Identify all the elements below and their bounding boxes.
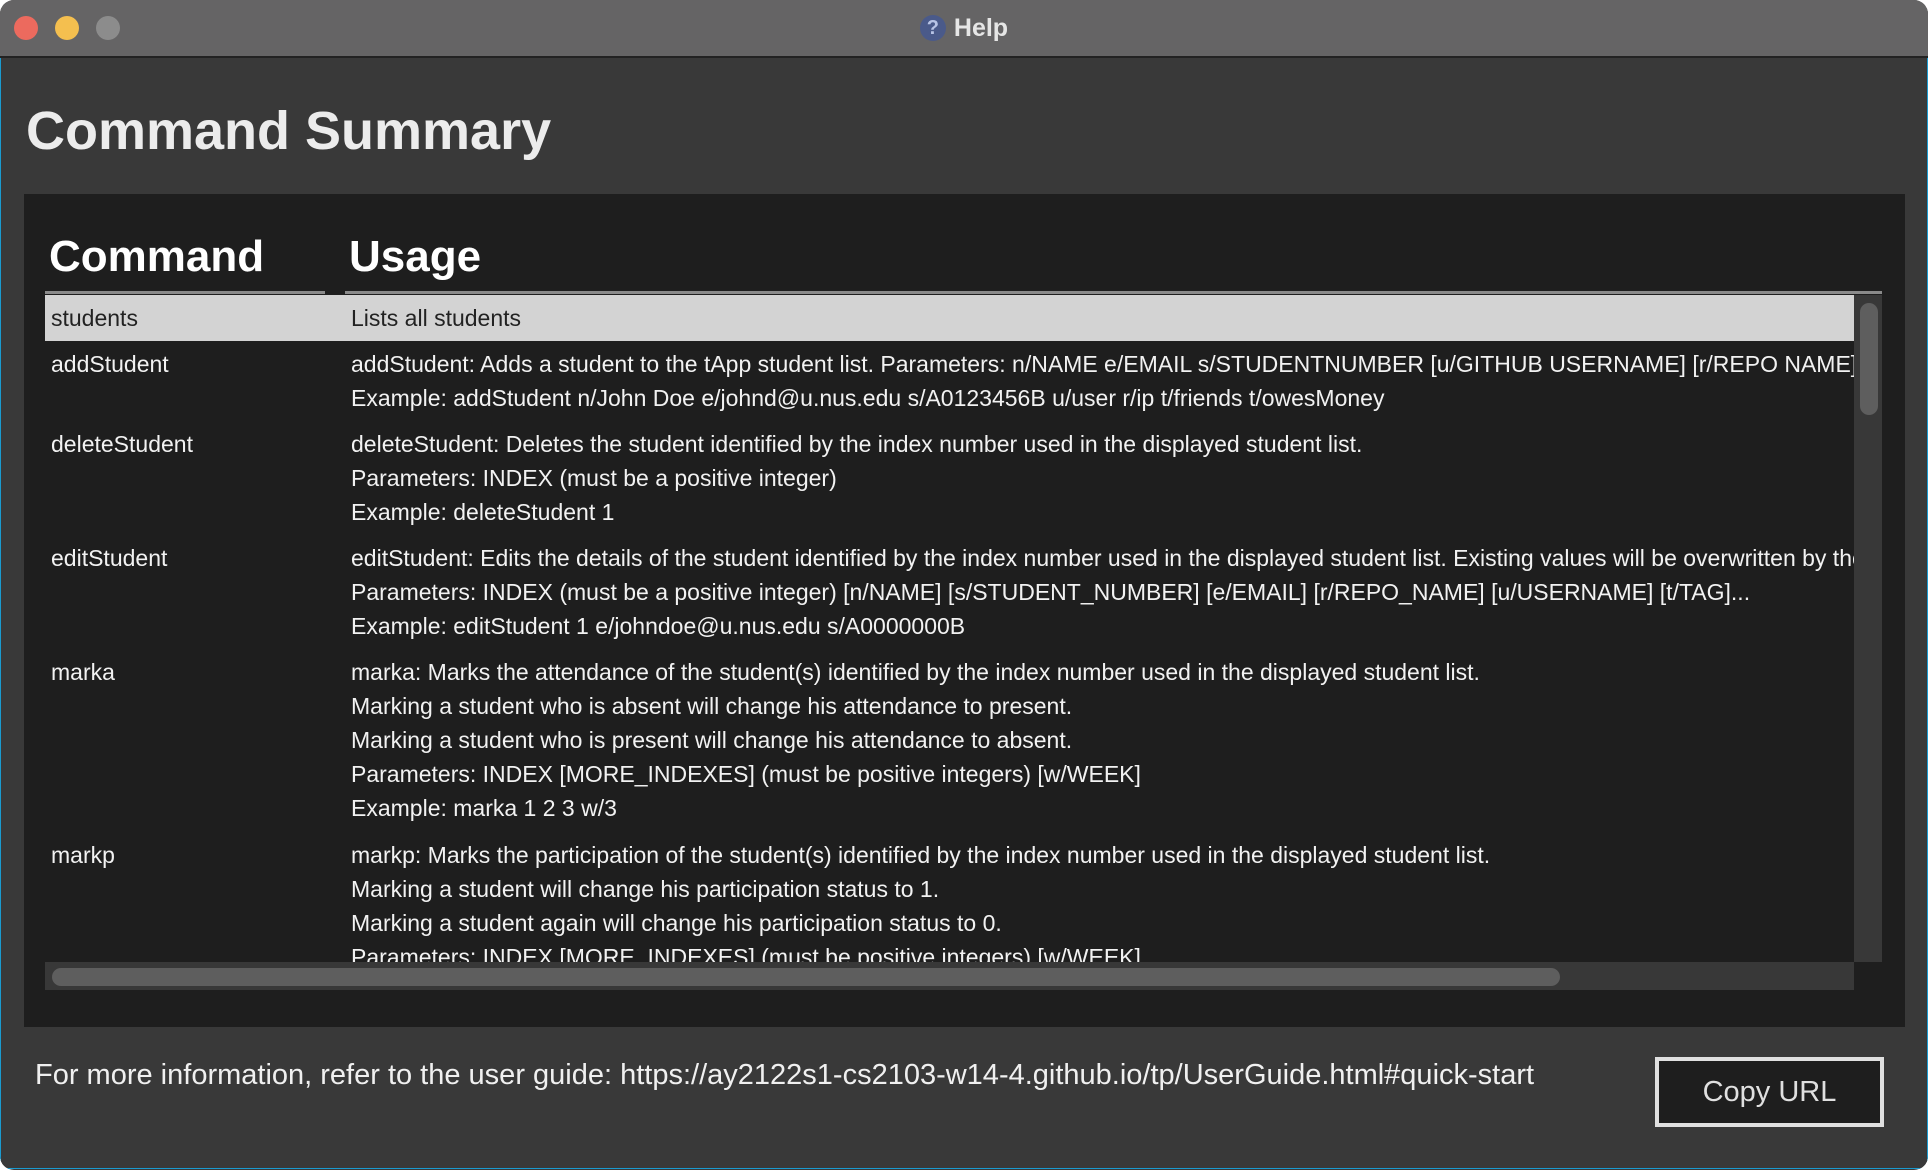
help-window: ? Help Command Summary Command Usage stu…: [0, 0, 1928, 1170]
table-row[interactable]: editStudent editStudent: Edits the detail…: [45, 535, 1875, 649]
header-divider: [345, 291, 1882, 294]
usage-line: Example: addStudent n/John Doe e/johnd@u…: [351, 385, 1385, 411]
page-title: Command Summary: [26, 101, 552, 161]
table-row[interactable]: students Lists all students: [45, 295, 1875, 341]
column-header-command[interactable]: Command: [49, 232, 264, 282]
usage-cell: editStudent: Edits the details of the st…: [351, 541, 1875, 643]
command-cell: marka: [51, 659, 115, 686]
usage-line: markp: Marks the participation of the st…: [351, 842, 1491, 869]
table-row[interactable]: deleteStudent deleteStudent: Deletes the …: [45, 421, 1875, 535]
usage-line: Example: editStudent 1 e/johndoe@u.nus.e…: [351, 612, 966, 639]
usage-line: Marking a student who is absent will cha…: [351, 693, 1073, 720]
user-guide-info: For more information, refer to the user …: [35, 1059, 1535, 1091]
command-cell: addStudent: [51, 351, 169, 377]
command-cell: students: [51, 305, 138, 331]
title-bar: ? Help: [0, 0, 1928, 58]
usage-line: Marking a student who is present will ch…: [351, 727, 1073, 754]
usage-line: Example: deleteStudent 1: [351, 498, 615, 525]
usage-line: Example: marka 1 2 3 w/3: [351, 795, 617, 822]
copy-url-button[interactable]: Copy URL: [1655, 1057, 1884, 1127]
command-cell: deleteStudent: [51, 430, 193, 457]
vertical-scroll-thumb[interactable]: [1860, 303, 1878, 415]
table-row[interactable]: addStudent addStudent: Adds a student to …: [45, 341, 1875, 421]
question-icon: ?: [919, 15, 946, 41]
usage-cell: marka: Marks the attendance of the stude…: [351, 655, 1875, 825]
usage-cell: markp: Marks the participation of the st…: [351, 838, 1875, 962]
usage-line: Marking a student again will change his …: [351, 910, 1002, 937]
header-divider: [45, 291, 325, 294]
usage-line: Parameters: INDEX [MORE_INDEXES] (must b…: [351, 761, 1141, 788]
table-body: students Lists all students addStudent addS…: [45, 295, 1875, 962]
usage-line: addStudent: Adds a student to the tApp s…: [351, 351, 1875, 377]
horizontal-scrollbar[interactable]: [45, 962, 1854, 990]
usage-line: editStudent: Edits the details of the st…: [351, 544, 1875, 571]
horizontal-scroll-thumb[interactable]: [52, 968, 1560, 986]
command-cell: markp: [51, 842, 115, 869]
usage-cell: Lists all students: [351, 301, 1875, 335]
usage-cell: deleteStudent: Deletes the student ident…: [351, 427, 1875, 529]
help-content: Command Summary Command Usage students Li…: [0, 58, 1928, 1169]
usage-line: Parameters: INDEX [MORE_INDEXES] (must b…: [351, 944, 1141, 962]
command-table: Command Usage students Lists all students…: [24, 194, 1905, 1027]
table-row[interactable]: markp markp: Marks the participation of t…: [45, 832, 1875, 962]
window-title: Help: [953, 13, 1009, 42]
command-cell: editStudent: [51, 544, 168, 571]
table-row[interactable]: marka marka: Marks the attendance of the …: [45, 649, 1875, 832]
usage-line: Parameters: INDEX (must be a positive in…: [351, 578, 1751, 605]
usage-line: deleteStudent: Deletes the student ident…: [351, 430, 1363, 457]
usage-line: marka: Marks the attendance of the stude…: [351, 659, 1480, 686]
usage-line: Lists all students: [351, 305, 522, 331]
usage-line: Marking a student will change his partic…: [351, 876, 940, 903]
vertical-scrollbar[interactable]: [1854, 295, 1882, 962]
usage-line: Parameters: INDEX (must be a positive in…: [351, 464, 837, 491]
usage-cell: addStudent: Adds a student to the tApp s…: [351, 347, 1875, 415]
column-header-usage[interactable]: Usage: [349, 232, 481, 282]
